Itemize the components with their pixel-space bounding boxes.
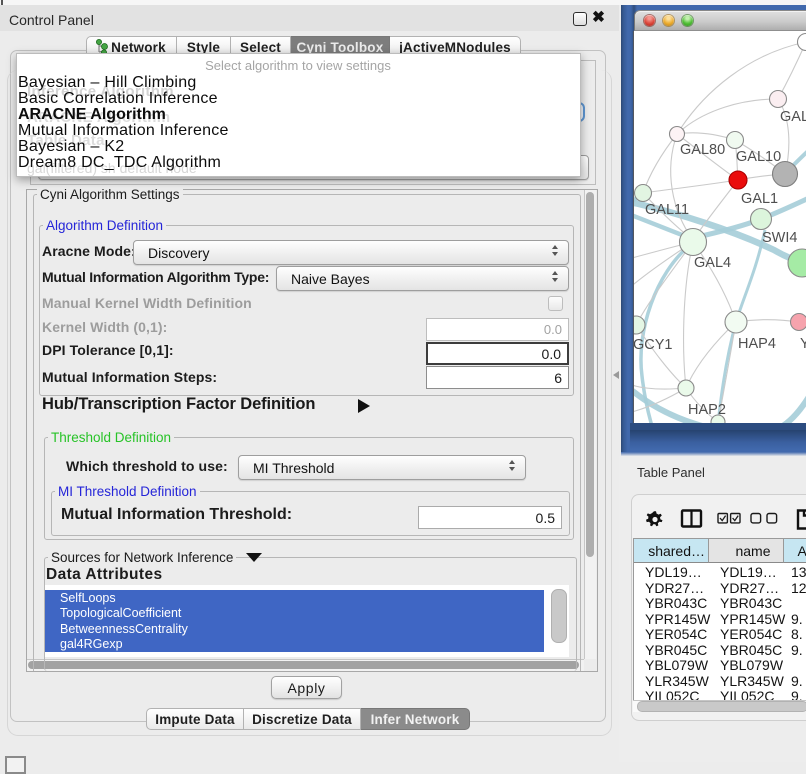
- svg-text:GAL11: GAL11: [645, 202, 689, 218]
- svg-text:GAL4: GAL4: [694, 255, 731, 271]
- svg-text:GAL1: GAL1: [741, 191, 778, 207]
- svg-text:HAP2: HAP2: [688, 402, 726, 418]
- svg-text:GAL10: GAL10: [736, 149, 781, 165]
- svg-text:GCY1: GCY1: [634, 337, 673, 353]
- svg-text:SWI4: SWI4: [762, 230, 797, 246]
- svg-text:GAL7: GAL7: [780, 109, 806, 125]
- svg-text:HAP4: HAP4: [738, 336, 776, 352]
- svg-text:YJ: YJ: [800, 336, 806, 352]
- svg-text:GAL80: GAL80: [680, 142, 725, 158]
